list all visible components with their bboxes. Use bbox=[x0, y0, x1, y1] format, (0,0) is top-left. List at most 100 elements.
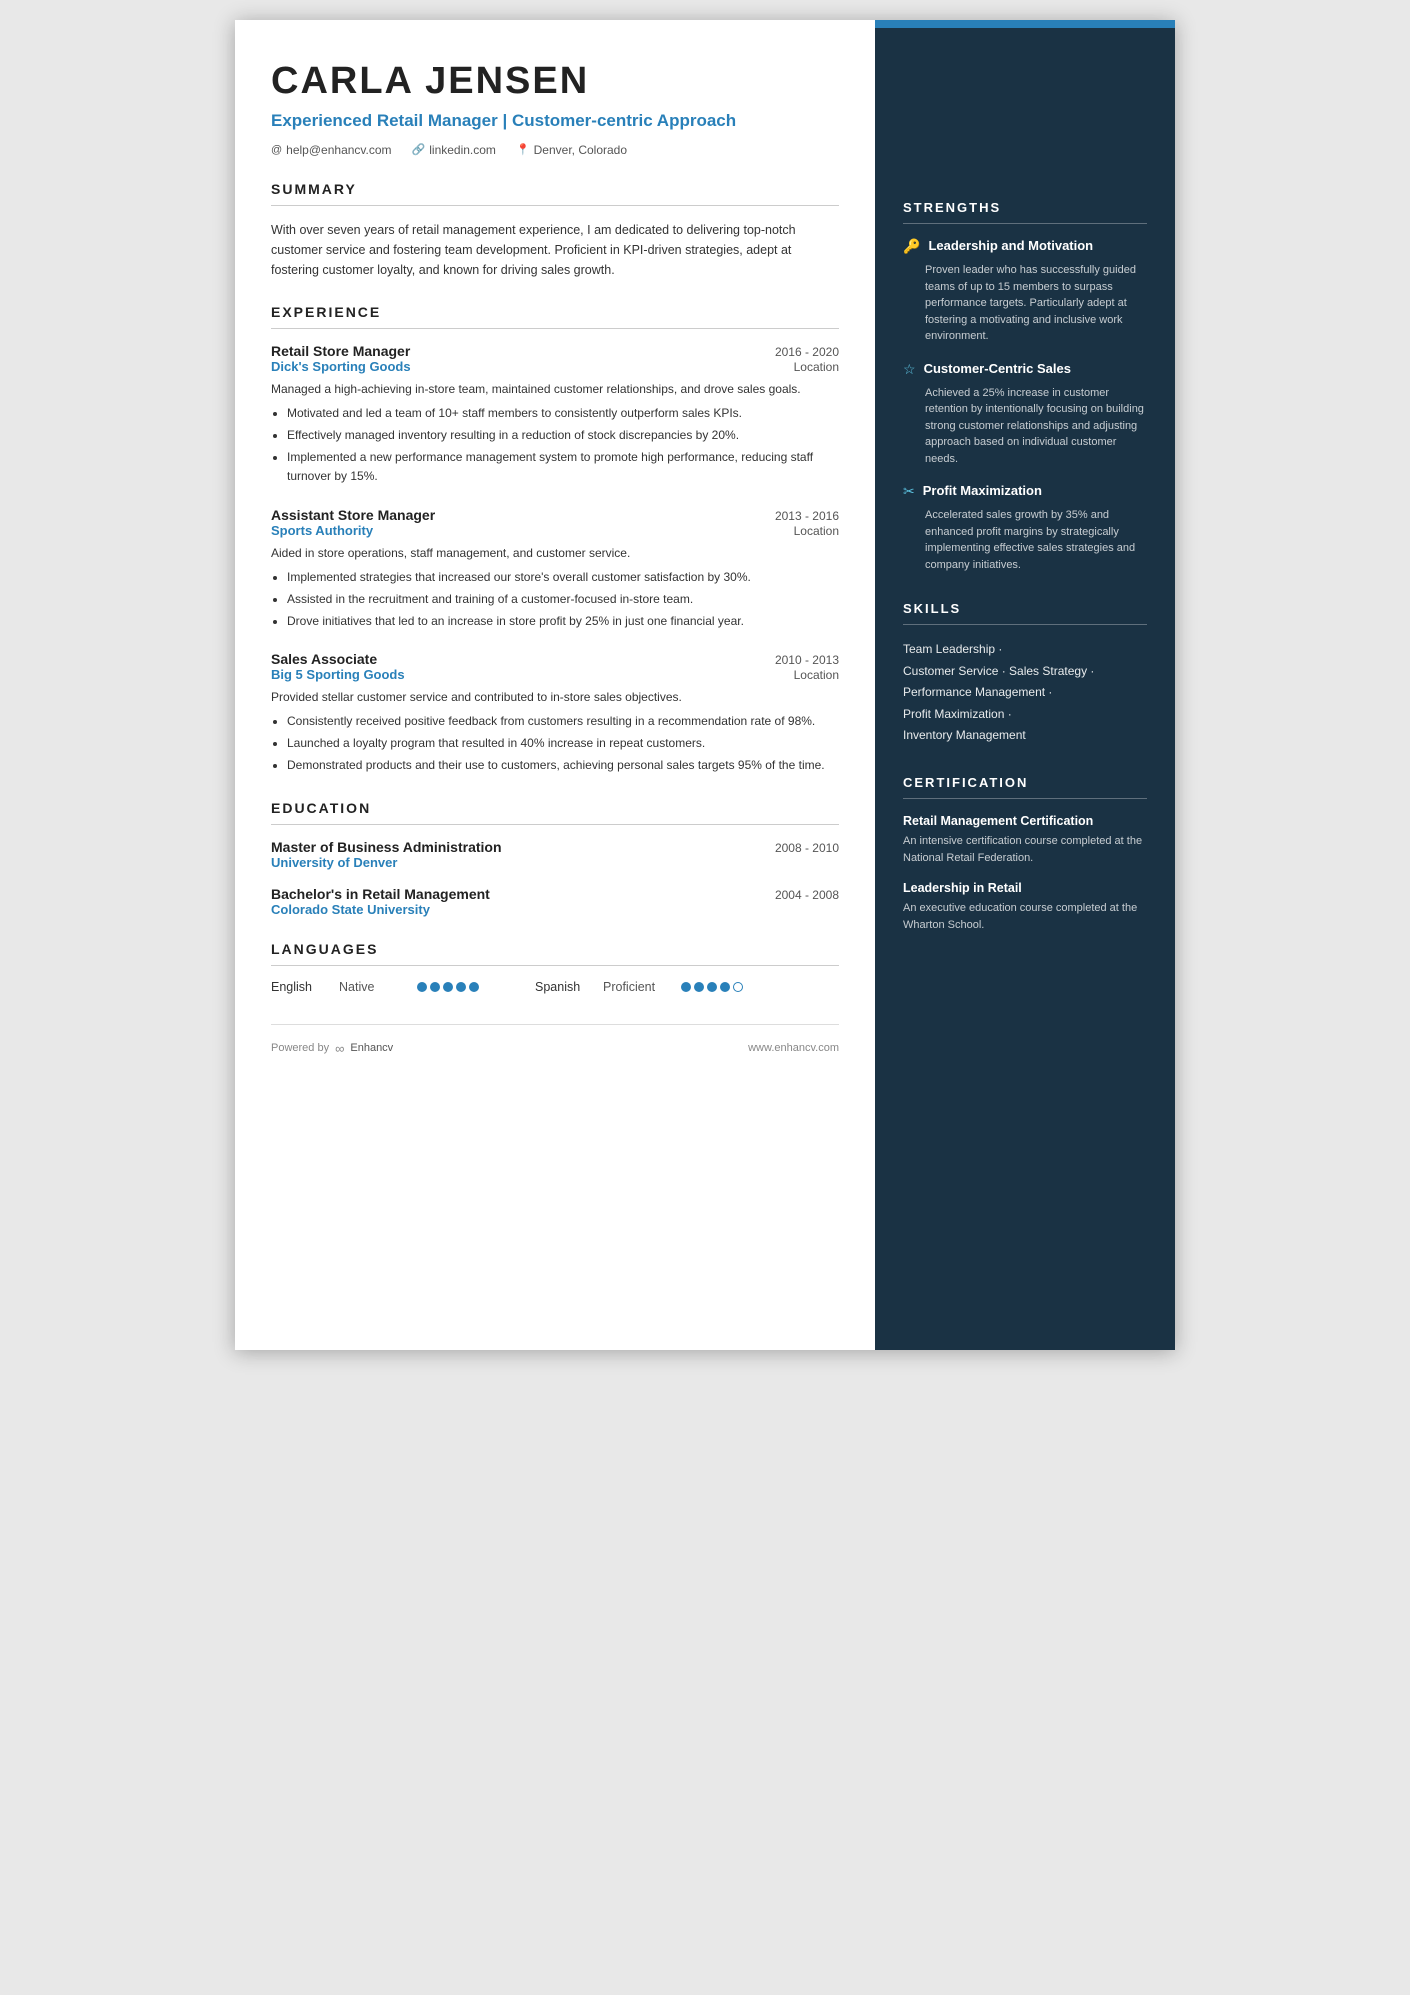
strength-item-1: 🔑 Leadership and Motivation Proven leade… bbox=[903, 238, 1147, 345]
edu-degree-2: Bachelor's in Retail Management bbox=[271, 886, 490, 902]
skill-line-4: Profit Maximization · bbox=[903, 704, 1147, 726]
dot-1-1 bbox=[417, 982, 427, 992]
linkedin-contact: 🔗 linkedin.com bbox=[412, 143, 496, 157]
powered-by-label: Powered by bbox=[271, 1042, 329, 1054]
lang-level-2: Proficient bbox=[603, 980, 673, 994]
skill-line-5: Inventory Management bbox=[903, 725, 1147, 747]
certification-section: CERTIFICATION Retail Management Certific… bbox=[903, 775, 1147, 934]
edu-header-2: Bachelor's in Retail Management 2004 - 2… bbox=[271, 886, 839, 902]
cert-title-1: Retail Management Certification bbox=[903, 813, 1147, 829]
exp-header-2: Assistant Store Manager 2013 - 2016 bbox=[271, 507, 839, 523]
cert-item-2: Leadership in Retail An executive educat… bbox=[903, 880, 1147, 933]
brand-name: Enhancv bbox=[350, 1042, 393, 1054]
exp-company-row-1: Dick's Sporting Goods Location bbox=[271, 359, 839, 374]
candidate-name: CARLA JENSEN bbox=[271, 60, 839, 103]
skills-section: SKILLS Team Leadership · Customer Servic… bbox=[903, 601, 1147, 747]
summary-section: SUMMARY With over seven years of retail … bbox=[271, 181, 839, 280]
skills-title: SKILLS bbox=[903, 601, 1147, 616]
header: CARLA JENSEN Experienced Retail Manager … bbox=[271, 60, 839, 157]
accent-bar bbox=[875, 20, 1175, 28]
bullet-2-1: Implemented strategies that increased ou… bbox=[287, 568, 839, 587]
resume-wrapper: CARLA JENSEN Experienced Retail Manager … bbox=[235, 20, 1175, 1350]
experience-title: EXPERIENCE bbox=[271, 304, 839, 320]
exp-date-3: 2010 - 2013 bbox=[775, 653, 839, 667]
languages-title: LANGUAGES bbox=[271, 941, 839, 957]
bullet-1-2: Effectively managed inventory resulting … bbox=[287, 426, 839, 445]
exp-desc-2: Aided in store operations, staff managem… bbox=[271, 544, 839, 562]
lang-dots-2 bbox=[681, 982, 743, 992]
contact-info: @ help@enhancv.com 🔗 linkedin.com 📍 Denv… bbox=[271, 143, 839, 157]
summary-text: With over seven years of retail manageme… bbox=[271, 220, 839, 280]
edu-school-2: Colorado State University bbox=[271, 902, 839, 917]
edu-header-1: Master of Business Administration 2008 -… bbox=[271, 839, 839, 855]
enhancv-logo-icon: ∞ bbox=[335, 1041, 344, 1056]
lang-level-1: Native bbox=[339, 980, 409, 994]
strength-header-2: ☆ Customer-Centric Sales bbox=[903, 361, 1147, 379]
lang-name-1: English bbox=[271, 980, 331, 994]
exp-desc-3: Provided stellar customer service and co… bbox=[271, 688, 839, 706]
footer-brand: Powered by ∞ Enhancv bbox=[271, 1041, 393, 1056]
dot-2-2 bbox=[694, 982, 704, 992]
summary-title: SUMMARY bbox=[271, 181, 839, 197]
skill-line-1: Team Leadership · bbox=[903, 639, 1147, 661]
candidate-title: Experienced Retail Manager | Customer-ce… bbox=[271, 109, 839, 133]
edu-date-1: 2008 - 2010 bbox=[775, 841, 839, 855]
location-value: Denver, Colorado bbox=[534, 143, 627, 157]
location-contact: 📍 Denver, Colorado bbox=[516, 143, 627, 157]
exp-desc-1: Managed a high-achieving in-store team, … bbox=[271, 380, 839, 398]
bullet-3-3: Demonstrated products and their use to c… bbox=[287, 756, 839, 775]
bullet-2-3: Drove initiatives that led to an increas… bbox=[287, 612, 839, 631]
skill-text-3: Performance Management · bbox=[903, 682, 1052, 704]
edu-degree-1: Master of Business Administration bbox=[271, 839, 502, 855]
strength-title-2: Customer-Centric Sales bbox=[924, 361, 1071, 378]
summary-divider bbox=[271, 205, 839, 206]
skill-text-1: Team Leadership · bbox=[903, 639, 1002, 661]
dot-1-3 bbox=[443, 982, 453, 992]
strengths-title: STRENGTHS bbox=[903, 200, 1147, 215]
exp-date-2: 2013 - 2016 bbox=[775, 509, 839, 523]
email-icon: @ bbox=[271, 144, 282, 156]
right-column: STRENGTHS 🔑 Leadership and Motivation Pr… bbox=[875, 20, 1175, 1350]
exp-company-2: Sports Authority bbox=[271, 523, 373, 538]
strength-desc-3: Accelerated sales growth by 35% and enha… bbox=[903, 507, 1147, 573]
strength-header-1: 🔑 Leadership and Motivation bbox=[903, 238, 1147, 256]
dot-2-5 bbox=[733, 982, 743, 992]
skills-divider bbox=[903, 624, 1147, 625]
bullet-1-1: Motivated and led a team of 10+ staff me… bbox=[287, 404, 839, 423]
exp-header-3: Sales Associate 2010 - 2013 bbox=[271, 651, 839, 667]
email-value: help@enhancv.com bbox=[286, 143, 391, 157]
education-section: EDUCATION Master of Business Administrat… bbox=[271, 800, 839, 917]
edu-item-2: Bachelor's in Retail Management 2004 - 2… bbox=[271, 886, 839, 917]
strength-header-3: ✂ Profit Maximization bbox=[903, 483, 1147, 501]
exp-item-3: Sales Associate 2010 - 2013 Big 5 Sporti… bbox=[271, 651, 839, 776]
linkedin-value: linkedin.com bbox=[429, 143, 496, 157]
exp-bullets-3: Consistently received positive feedback … bbox=[271, 712, 839, 776]
strength-title-3: Profit Maximization bbox=[923, 483, 1042, 500]
bullet-3-2: Launched a loyalty program that resulted… bbox=[287, 734, 839, 753]
exp-title-3: Sales Associate bbox=[271, 651, 377, 667]
education-title: EDUCATION bbox=[271, 800, 839, 816]
exp-item-1: Retail Store Manager 2016 - 2020 Dick's … bbox=[271, 343, 839, 487]
lang-row-1: English Native Spanish Proficient bbox=[271, 980, 839, 994]
exp-item-2: Assistant Store Manager 2013 - 2016 Spor… bbox=[271, 507, 839, 632]
dot-2-4 bbox=[720, 982, 730, 992]
education-divider bbox=[271, 824, 839, 825]
strength-item-3: ✂ Profit Maximization Accelerated sales … bbox=[903, 483, 1147, 573]
lang-name-2: Spanish bbox=[535, 980, 595, 994]
strength-icon-1: 🔑 bbox=[903, 239, 920, 256]
dot-2-3 bbox=[707, 982, 717, 992]
footer-website: www.enhancv.com bbox=[748, 1042, 839, 1054]
dot-1-5 bbox=[469, 982, 479, 992]
certification-title: CERTIFICATION bbox=[903, 775, 1147, 790]
linkedin-icon: 🔗 bbox=[412, 143, 426, 156]
exp-company-1: Dick's Sporting Goods bbox=[271, 359, 411, 374]
skill-line-3: Performance Management · bbox=[903, 682, 1147, 704]
edu-school-1: University of Denver bbox=[271, 855, 839, 870]
location-icon: 📍 bbox=[516, 143, 530, 156]
exp-company-3: Big 5 Sporting Goods bbox=[271, 667, 405, 682]
strength-desc-2: Achieved a 25% increase in customer rete… bbox=[903, 385, 1147, 468]
cert-title-2: Leadership in Retail bbox=[903, 880, 1147, 896]
cert-desc-1: An intensive certification course comple… bbox=[903, 833, 1147, 866]
experience-divider bbox=[271, 328, 839, 329]
edu-item-1: Master of Business Administration 2008 -… bbox=[271, 839, 839, 870]
